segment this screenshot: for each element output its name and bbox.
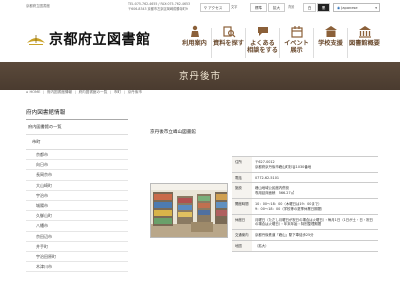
row-label-facility: 施設 (232, 182, 252, 199)
access-label: アクセス (208, 6, 223, 10)
row-value-hours: 10：00～18：00（木曜日は19：00まで） 9：00～18：00（学校等の… (252, 198, 378, 215)
background-color-label: 背景 (288, 5, 295, 9)
row-value-access: 京都丹後鉄道「峰山」駅下車徒歩25分 (252, 229, 378, 241)
breadcrumb-item[interactable]: 府内図書館情報 (47, 90, 72, 94)
map-pin-icon: ⚲ (204, 5, 207, 10)
row-value-phone: 0772-62-5101 (252, 172, 378, 184)
book-search-icon (222, 26, 235, 38)
library-name-heading: 京丹後市立峰山図書館 (150, 130, 196, 135)
logo-text: 京都府立図書館 (49, 32, 151, 48)
sidebar-item-city[interactable]: 木津川市 (26, 262, 128, 273)
table-row: 住所 〒627-0012 京都府京丹後市峰山町杉谷1030番地 (232, 156, 378, 173)
top-utility-bar: 京都府立図書館 TEL:075-762-4655 / FAX:075-762-4… (0, 0, 400, 20)
page-banner: 京丹後市 (0, 62, 400, 90)
consult-icon (257, 27, 268, 36)
sidebar-item-city[interactable]: 宇治市 (26, 191, 128, 201)
sidebar-item-city[interactable]: 長岡京市 (26, 170, 128, 181)
contact-info: TEL:075-762-4655 / FAX:075-762-4653 〒606… (128, 2, 198, 11)
sidebar-item-municipalities[interactable]: 市町 (26, 135, 128, 150)
contact-line: 〒606-8343 京都市左京区岡崎成勝寺町9 (128, 6, 188, 11)
site-header: 京都府立図書館 利用案内 資料を探す よくある 相談をする イベント 展示 学校… (0, 20, 400, 60)
row-label-hours: 開館時間 (232, 198, 252, 215)
main-content: 京丹後市立峰山図書館 住所 〒627-0012 京都府京丹後市峰山町杉谷1030… (150, 108, 378, 252)
school-icon (324, 26, 337, 37)
row-value-map[interactable]: （拡大） (252, 240, 378, 252)
table-row: 地図 （拡大） (232, 240, 378, 252)
row-label-closed: 休館日 (232, 214, 252, 231)
nav-school-support[interactable]: 学校支援 (314, 24, 347, 62)
table-row: 施設 峰山地域公民館内併設 専用延床面積 566.27㎡ (232, 182, 378, 199)
sidebar-item-city[interactable]: 宇治田原町 (26, 252, 128, 263)
contact-line: TEL:075-762-4655 / FAX:075-762-4653 (128, 2, 191, 6)
bg-white-button[interactable]: 白 (303, 3, 316, 12)
nav-guide[interactable]: 利用案内 (178, 24, 211, 62)
breadcrumb-item[interactable]: 市町 (114, 90, 121, 94)
text-size-standard-button[interactable]: 標準 (250, 3, 267, 12)
sidebar-item-library-list[interactable]: 府内図書館の一覧 (26, 120, 128, 135)
language-select[interactable]: ◉ Japanese ▾ (333, 3, 380, 12)
table-row: 開館時間 10：00～18：00（木曜日は19：00まで） 9：00～18：00… (232, 198, 378, 215)
sidebar-item-city[interactable]: 井手町 (26, 242, 128, 252)
bg-black-button[interactable]: 黒 (317, 3, 330, 12)
language-value: Japanese (341, 6, 358, 10)
library-icon (358, 26, 371, 38)
breadcrumb-separator: | (123, 90, 125, 94)
breadcrumb-item[interactable]: 府内図書館の一覧 (79, 90, 108, 94)
breadcrumb: ⌂ HOME | 府内図書館情報 | 府内図書館の一覧 | 市町 | 京丹後市 (26, 90, 142, 95)
table-row: 電話 0772-62-5101 (232, 172, 378, 184)
sidebar-item-city[interactable]: 大山崎町 (26, 181, 128, 191)
sidebar-item-city[interactable]: 京田辺市 (26, 232, 128, 242)
row-label-access: 交通案内 (232, 229, 252, 241)
site-logo[interactable]: 京都府立図書館 (26, 28, 151, 50)
breadcrumb-current: 京丹後市 (127, 90, 142, 94)
access-button[interactable]: ⚲ アクセス (200, 3, 230, 12)
guide-icon (190, 25, 199, 37)
globe-icon: ◉ (337, 6, 341, 10)
row-value-address: 〒627-0012 京都府京丹後市峰山町杉谷1030番地 (252, 156, 378, 173)
sidebar-nav: 府内図書館情報 府内図書館の一覧 市町 京都市 向日市 長岡京市 大山崎町 宇治… (26, 108, 128, 273)
text-size-large-button[interactable]: 拡大 (268, 3, 285, 12)
chevron-down-icon: ▾ (375, 6, 377, 10)
breadcrumb-separator: | (43, 90, 45, 94)
site-name-small: 京都府立図書館 (26, 4, 50, 8)
bookshelf-photo-image (151, 184, 227, 237)
breadcrumb-home[interactable]: HOME (29, 90, 40, 94)
library-info-table: 住所 〒627-0012 京都府京丹後市峰山町杉谷1030番地 電話 0772-… (232, 156, 378, 252)
row-label-map: 地図 (232, 240, 252, 252)
row-value-closed: 月曜日（ただし月曜日が祝日の場合は火曜日）・毎月1日（1日が土・日・祝日の場合は… (252, 214, 378, 231)
sidebar-item-city[interactable]: 京都市 (26, 150, 128, 161)
library-interior-photo (150, 183, 228, 238)
home-icon: ⌂ (26, 90, 29, 94)
text-size-label: 文字 (231, 5, 238, 9)
sidebar-item-city[interactable]: 向日市 (26, 160, 128, 171)
global-nav: 利用案内 資料を探す よくある 相談をする イベント 展示 学校支援 図書館概要 (178, 24, 381, 62)
row-label-phone: 電話 (232, 172, 252, 184)
sidebar-heading: 府内図書館情報 (26, 108, 128, 120)
row-label-address: 住所 (232, 156, 252, 173)
sidebar-item-city[interactable]: 久御山町 (26, 211, 128, 222)
breadcrumb-separator: | (74, 90, 76, 94)
nav-library-overview[interactable]: 図書館概要 (348, 24, 381, 62)
breadcrumb-separator: | (109, 90, 112, 94)
sidebar-item-city[interactable]: 八幡市 (26, 221, 128, 232)
nav-search-materials[interactable]: 資料を探す (212, 24, 245, 62)
table-row: 交通案内 京都丹後鉄道「峰山」駅下車徒歩25分 (232, 229, 378, 241)
library-logo-icon (27, 35, 45, 45)
row-value-facility: 峰山地域公民館内併設 専用延床面積 566.27㎡ (252, 182, 378, 199)
event-icon (290, 26, 303, 38)
nav-consult[interactable]: よくある 相談をする (246, 24, 279, 62)
page-title: 京丹後市 (178, 71, 221, 82)
nav-events[interactable]: イベント 展示 (280, 24, 313, 62)
sidebar-item-city[interactable]: 城陽市 (26, 201, 128, 212)
table-row: 休館日 月曜日（ただし月曜日が祝日の場合は火曜日）・毎月1日（1日が土・日・祝日… (232, 214, 378, 231)
